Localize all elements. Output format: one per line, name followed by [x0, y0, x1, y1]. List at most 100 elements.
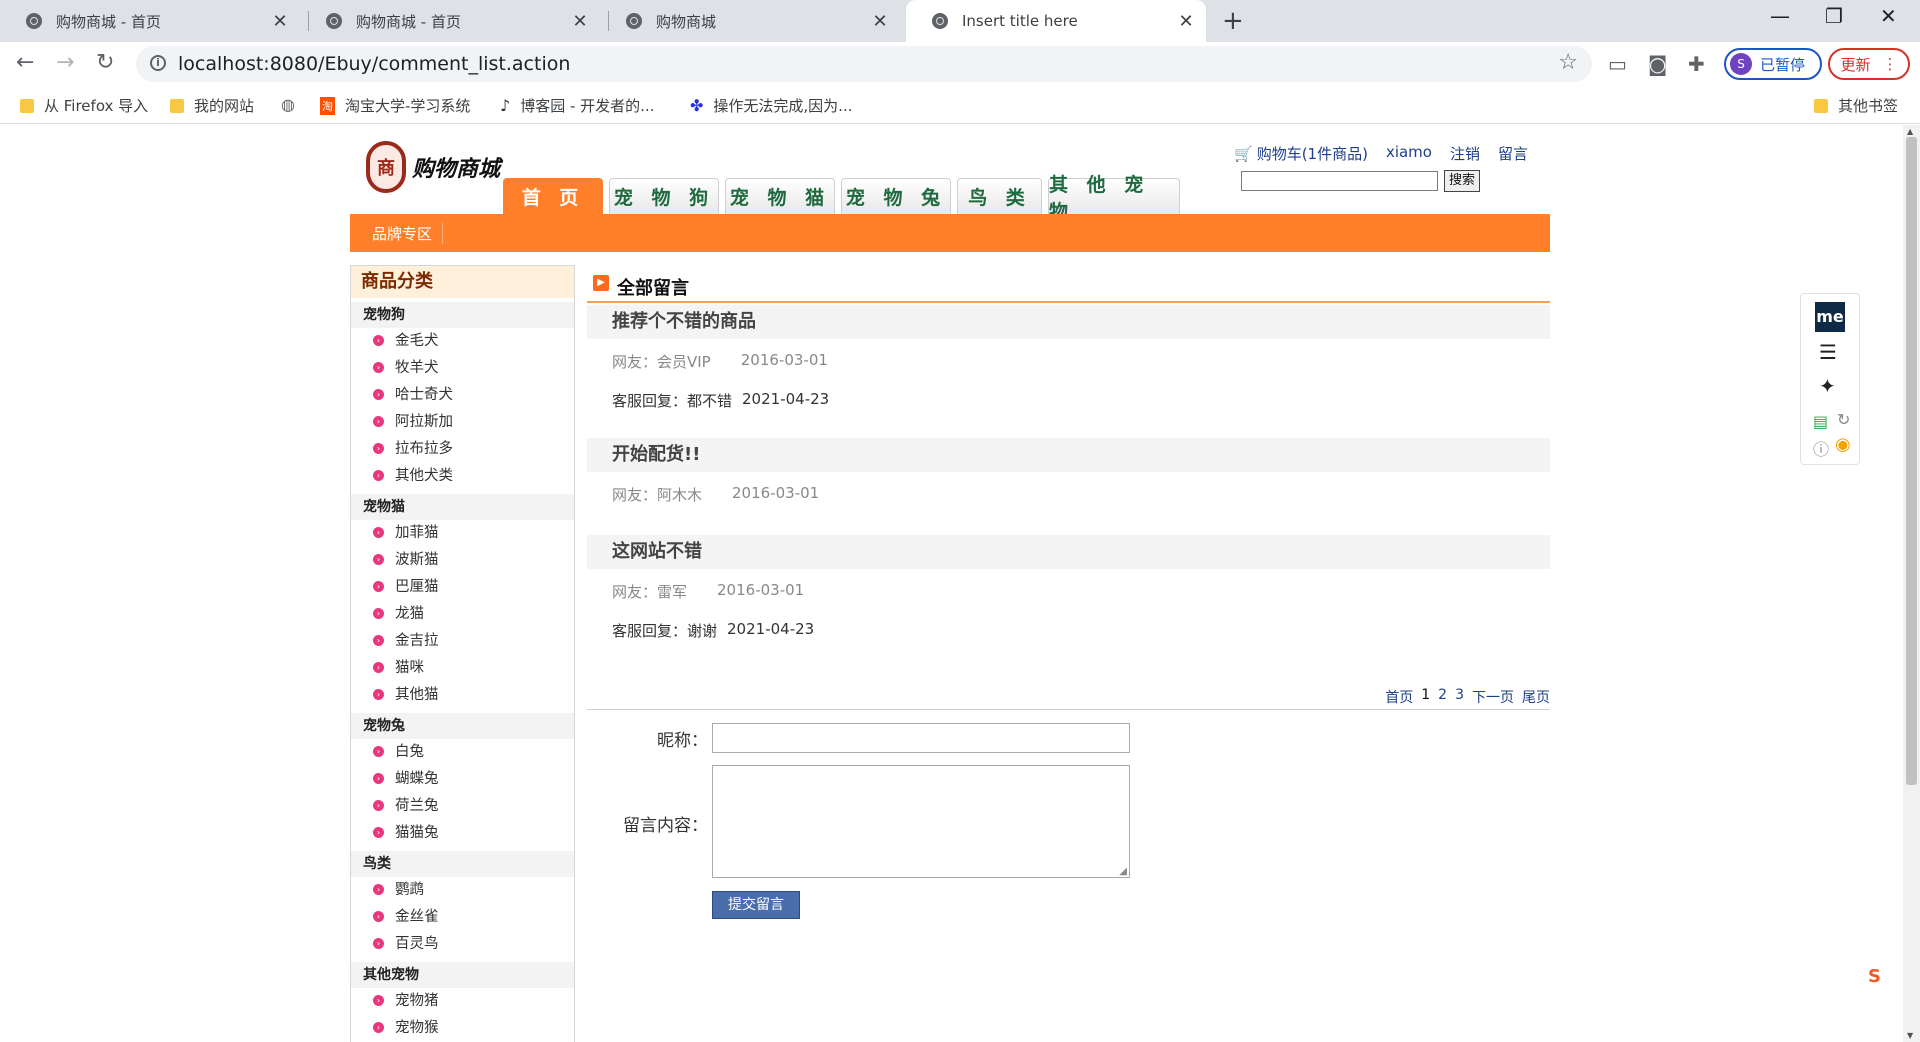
reload-icon[interactable]: ↻ — [96, 50, 114, 75]
profile-button[interactable]: S 已暂停 — [1724, 48, 1822, 80]
category-item[interactable]: › 白兔 — [351, 739, 574, 766]
category-item[interactable]: › 蝴蝶兔 — [351, 766, 574, 793]
pager-page-2[interactable]: 2 — [1438, 687, 1447, 707]
menu-icon[interactable]: ☰ — [1819, 340, 1837, 364]
back-icon[interactable]: ← — [16, 50, 34, 75]
category-item[interactable]: › 猫咪 — [351, 655, 574, 682]
submit-message-button[interactable]: 提交留言 — [712, 891, 800, 919]
scrollbar-thumb[interactable] — [1906, 137, 1917, 785]
url-text[interactable]: localhost:8080/Ebuy/comment_list.action — [178, 53, 570, 75]
menu-dots-icon: ⋮ — [1882, 55, 1898, 73]
category-item[interactable]: › 猫猫兔 — [351, 820, 574, 847]
nav-tab-rabbits[interactable]: 宠 物 兔 — [841, 178, 951, 214]
alert-icon[interactable]: ⓘ — [1813, 436, 1829, 460]
address-bar[interactable]: i localhost:8080/Ebuy/comment_list.actio… — [136, 46, 1592, 82]
category-item[interactable]: › 龙猫 — [351, 601, 574, 628]
site-logo[interactable]: 商 购物商城 — [366, 141, 500, 193]
pager-page-3[interactable]: 3 — [1455, 687, 1464, 707]
cart-link[interactable]: 🛒 购物车(1件商品) — [1234, 143, 1368, 164]
forward-icon[interactable]: → — [56, 50, 74, 75]
category-item[interactable]: › 宠物猴 — [351, 1015, 574, 1042]
category-item[interactable]: › 金毛犬 — [351, 328, 574, 355]
category-heading[interactable]: 其他宠物 — [351, 962, 574, 988]
search-button[interactable]: 搜索 — [1444, 170, 1480, 192]
category-item[interactable]: › 荷兰兔 — [351, 793, 574, 820]
category-item[interactable]: › 哈士奇犬 — [351, 382, 574, 409]
close-icon[interactable]: ✕ — [270, 11, 290, 32]
category-item[interactable]: › 百灵鸟 — [351, 931, 574, 958]
magic-wand-icon[interactable]: ✦ — [1819, 374, 1836, 398]
user-link[interactable]: xiamo — [1386, 143, 1432, 164]
category-heading[interactable]: 鸟类 — [351, 851, 574, 877]
scroll-up-icon[interactable]: ▲ — [1907, 127, 1913, 136]
eye-icon[interactable]: ◉ — [1835, 434, 1851, 455]
brand-zone-link[interactable]: 品牌专区 — [372, 223, 444, 244]
refresh-icon[interactable]: ↻ — [1837, 410, 1850, 429]
pager-last[interactable]: 尾页 — [1522, 687, 1550, 707]
category-item[interactable]: › 宠物猪 — [351, 988, 574, 1015]
window-close-icon[interactable]: ✕ — [1880, 4, 1897, 28]
pager-first[interactable]: 首页 — [1385, 687, 1413, 707]
nickname-field[interactable] — [712, 723, 1130, 753]
bookmark-other[interactable]: 其他书签 — [1814, 95, 1898, 116]
bookmark-star-icon[interactable]: ☆ — [1558, 50, 1578, 75]
message-link[interactable]: 留言 — [1498, 143, 1528, 164]
new-tab-icon[interactable]: + — [1222, 6, 1244, 36]
bookmark-firefox-import[interactable]: 从 Firefox 导入 — [20, 95, 148, 116]
cast-green-icon[interactable]: ▤ — [1813, 412, 1828, 431]
category-item[interactable]: › 其他猫 — [351, 682, 574, 709]
nav-tab-dogs[interactable]: 宠 物 狗 — [609, 178, 719, 214]
category-item[interactable]: › 其他犬类 — [351, 463, 574, 490]
category-item[interactable]: › 拉布拉多 — [351, 436, 574, 463]
nav-tab-home[interactable]: 首 页 — [503, 178, 603, 214]
browser-tab[interactable]: 购物商城 - 首页 ✕ — [0, 0, 300, 42]
browser-tab[interactable]: 购物商城 ✕ — [600, 0, 900, 42]
update-button[interactable]: 更新 ⋮ — [1828, 48, 1910, 80]
browser-tab-bar: 购物商城 - 首页 ✕ 购物商城 - 首页 ✕ 购物商城 ✕ Insert ti… — [0, 0, 1920, 42]
nav-tab-other[interactable]: 其 他 宠 物 — [1048, 174, 1180, 223]
scroll-down-icon[interactable]: ▼ — [1907, 1031, 1913, 1040]
browser-tab-active[interactable]: Insert title here ✕ — [906, 0, 1206, 42]
bookmark-my-site[interactable]: 我的网站 — [170, 95, 254, 116]
bookmark-taobao[interactable]: 淘 淘宝大学-学习系统 — [320, 95, 470, 116]
pager-next[interactable]: 下一页 — [1472, 687, 1514, 707]
category-heading[interactable]: 宠物兔 — [351, 713, 574, 739]
cast-icon[interactable]: ▭ — [1608, 52, 1627, 76]
cart-link-label: 购物车(1件商品) — [1256, 145, 1368, 163]
bookmark-globe[interactable]: ◍ — [281, 95, 305, 114]
globe-icon — [626, 13, 642, 29]
category-heading[interactable]: 宠物狗 — [351, 302, 574, 328]
camera-icon[interactable]: ◙ — [1648, 52, 1667, 76]
extension-panel: me ☰ ✦ ▤ ↻ ⓘ ◉ — [1800, 293, 1860, 465]
category-item[interactable]: › 波斯猫 — [351, 547, 574, 574]
main-nav: 首 页 宠 物 狗 宠 物 猫 宠 物 兔 鸟 类 其 他 宠 物 — [503, 174, 1180, 223]
category-item[interactable]: › 牧羊犬 — [351, 355, 574, 382]
category-item[interactable]: › 金丝雀 — [351, 904, 574, 931]
minimize-icon[interactable]: — — [1770, 4, 1790, 28]
pager-page-1[interactable]: 1 — [1421, 687, 1430, 707]
browser-tab[interactable]: 购物商城 - 首页 ✕ — [300, 0, 600, 42]
category-item[interactable]: › 鹦鹉 — [351, 877, 574, 904]
close-icon[interactable]: ✕ — [870, 11, 890, 32]
category-item[interactable]: › 巴厘猫 — [351, 574, 574, 601]
close-icon[interactable]: ✕ — [1176, 11, 1196, 32]
category-heading[interactable]: 宠物猫 — [351, 494, 574, 520]
category-item[interactable]: › 金吉拉 — [351, 628, 574, 655]
category-item[interactable]: › 加菲猫 — [351, 520, 574, 547]
page-scrollbar[interactable]: ▲ ▼ — [1903, 125, 1920, 1042]
resize-grip-icon[interactable]: ◢ — [1119, 866, 1127, 877]
search-input[interactable] — [1241, 171, 1438, 191]
info-icon[interactable]: i — [150, 55, 166, 71]
restore-icon[interactable]: ❐ — [1825, 4, 1843, 28]
bookmark-baidu[interactable]: ✤ 操作无法完成,因为... — [690, 95, 852, 116]
nav-tab-cats[interactable]: 宠 物 猫 — [725, 178, 835, 214]
close-icon[interactable]: ✕ — [570, 11, 590, 32]
me-extension-icon[interactable]: me — [1815, 302, 1845, 332]
bookmark-cnblogs[interactable]: ♪ 博客园 - 开发者的... — [500, 95, 654, 116]
extensions-icon[interactable]: ✚ — [1688, 52, 1705, 76]
nav-tab-birds[interactable]: 鸟 类 — [957, 178, 1042, 214]
message-content-textarea[interactable]: ◢ — [712, 765, 1130, 878]
category-item[interactable]: › 阿拉斯加 — [351, 409, 574, 436]
ime-icon[interactable]: S — [1868, 966, 1892, 990]
logout-link[interactable]: 注销 — [1450, 143, 1480, 164]
